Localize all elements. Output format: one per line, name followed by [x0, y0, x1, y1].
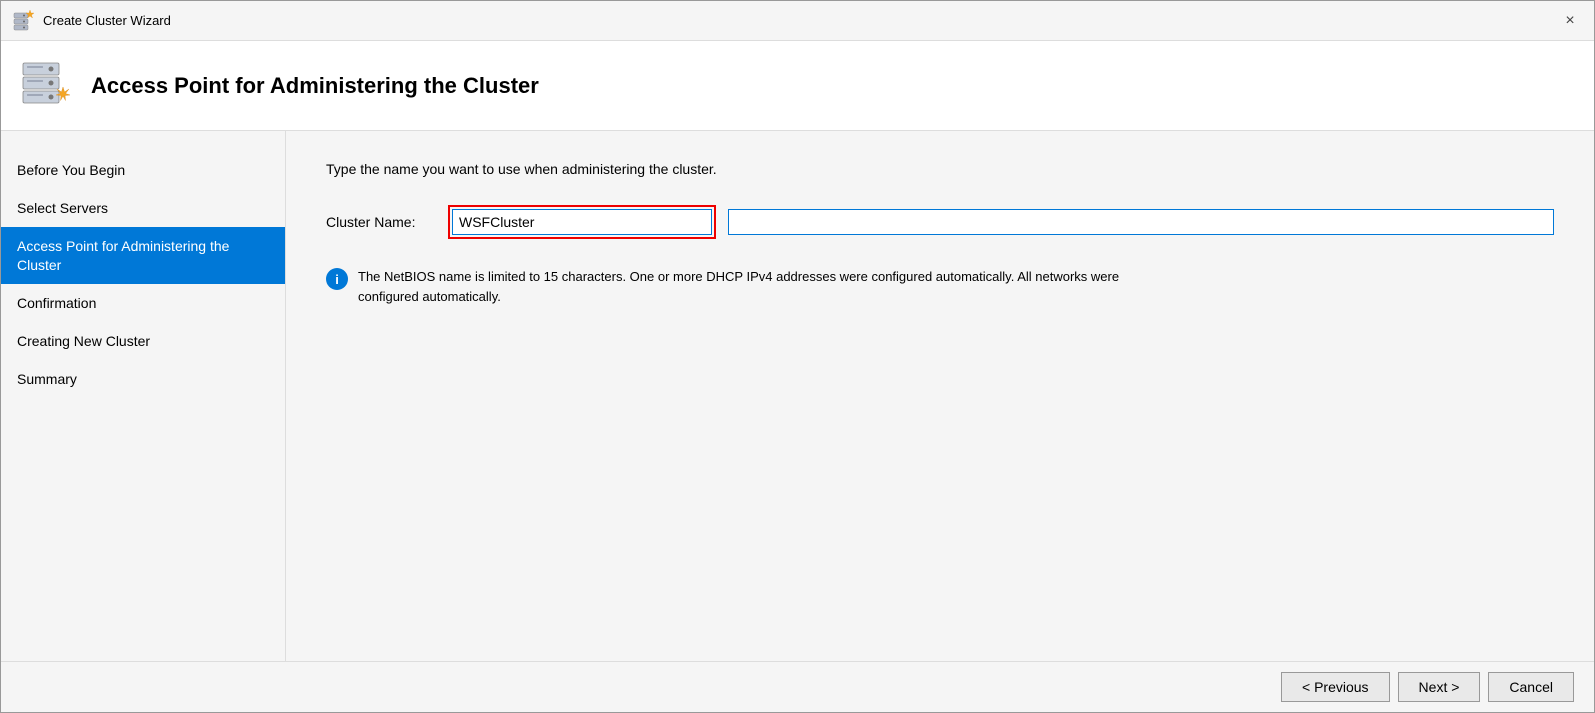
description-text: Type the name you want to use when admin… — [326, 161, 1554, 177]
page-title: Access Point for Administering the Clust… — [91, 73, 539, 99]
header-icon — [21, 59, 75, 113]
sidebar-item-summary[interactable]: Summary — [1, 360, 285, 398]
info-text: The NetBIOS name is limited to 15 charac… — [358, 267, 1146, 306]
previous-button[interactable]: < Previous — [1281, 672, 1390, 702]
cluster-name-row: Cluster Name: — [326, 205, 1554, 239]
title-bar-left: Create Cluster Wizard — [13, 10, 171, 32]
close-button[interactable]: × — [1558, 9, 1582, 33]
cluster-name-label: Cluster Name: — [326, 214, 436, 230]
sidebar: Before You Begin Select Servers Access P… — [1, 131, 286, 661]
info-icon: i — [326, 268, 348, 290]
sidebar-item-creating-new-cluster[interactable]: Creating New Cluster — [1, 322, 285, 360]
bottom-bar: < Previous Next > Cancel — [1, 661, 1594, 712]
wizard-title-icon — [13, 10, 35, 32]
cancel-button[interactable]: Cancel — [1488, 672, 1574, 702]
title-bar: Create Cluster Wizard × — [1, 1, 1594, 41]
sidebar-item-select-servers[interactable]: Select Servers — [1, 189, 285, 227]
dialog-title: Create Cluster Wizard — [43, 13, 171, 28]
sidebar-item-access-point[interactable]: Access Point for Administering the Clust… — [1, 227, 285, 283]
next-button[interactable]: Next > — [1398, 672, 1481, 702]
cluster-name-input-highlight — [448, 205, 716, 239]
cluster-name-input[interactable] — [452, 209, 712, 235]
content-area: Before You Begin Select Servers Access P… — [1, 131, 1594, 661]
main-content: Type the name you want to use when admin… — [286, 131, 1594, 661]
header-area: Access Point for Administering the Clust… — [1, 41, 1594, 131]
cluster-name-extra-input[interactable] — [728, 209, 1554, 235]
create-cluster-wizard-dialog: Create Cluster Wizard × Access Point for… — [0, 0, 1595, 713]
sidebar-item-before-you-begin[interactable]: Before You Begin — [1, 151, 285, 189]
info-box: i The NetBIOS name is limited to 15 char… — [326, 267, 1146, 306]
sidebar-item-confirmation[interactable]: Confirmation — [1, 284, 285, 322]
